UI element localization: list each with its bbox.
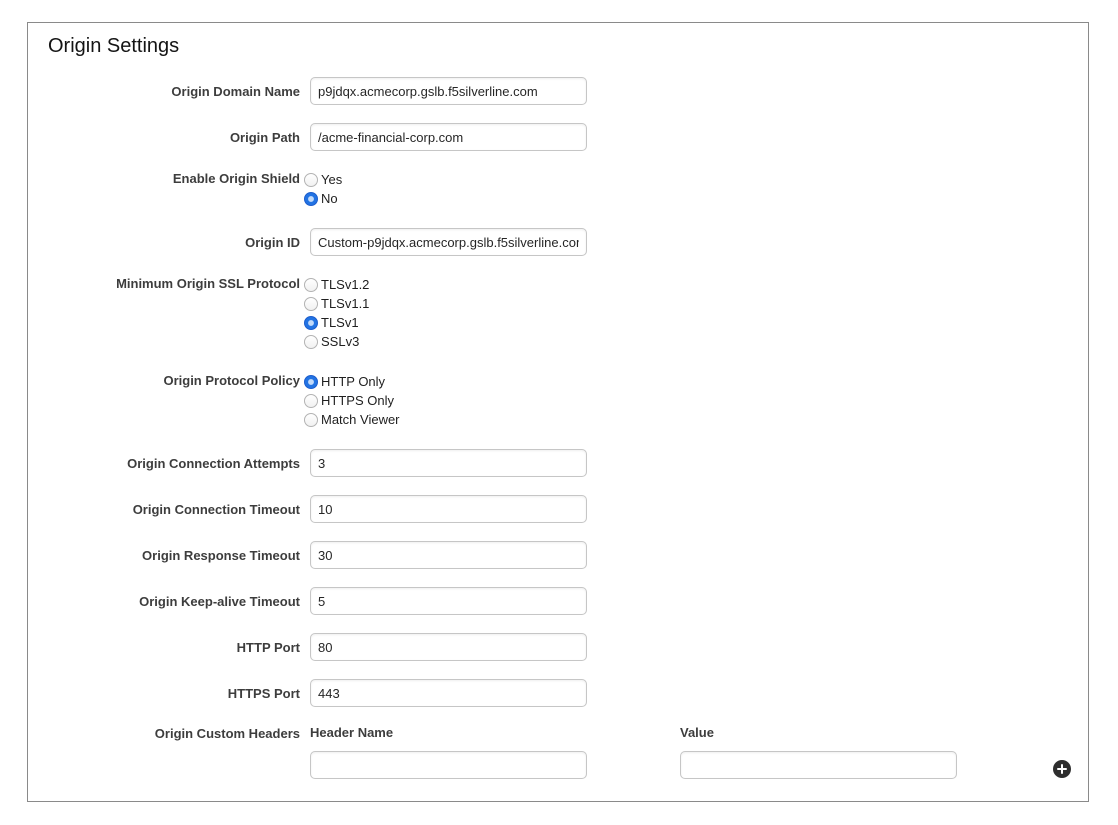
- field-label: HTTP Port: [48, 633, 310, 655]
- custom-header-name-column: Header Name: [310, 725, 587, 779]
- origin-domain-name-input[interactable]: [310, 77, 587, 105]
- panel-title: Origin Settings: [48, 35, 1068, 58]
- plus-circle-icon: [1061, 764, 1064, 774]
- radio-option-label: Match Viewer: [321, 412, 400, 427]
- field-label: Origin Protocol Policy: [48, 371, 310, 388]
- form-row-origin-connection-attempts: Origin Connection Attempts: [48, 449, 1068, 477]
- radio-icon: [304, 173, 318, 187]
- origin-connection-attempts-input[interactable]: [310, 449, 587, 477]
- field-label: Minimum Origin SSL Protocol: [48, 274, 310, 291]
- radio-icon: [304, 375, 318, 389]
- form-row-origin-id: Origin ID: [48, 228, 1068, 256]
- radio-option-origin-shield-yes[interactable]: Yes: [304, 170, 342, 189]
- radio-option-label: HTTP Only: [321, 374, 385, 389]
- origin-keep-alive-timeout-input[interactable]: [310, 587, 587, 615]
- field-label: Origin Path: [48, 123, 310, 145]
- radio-option-match-viewer[interactable]: Match Viewer: [304, 410, 400, 429]
- radio-option-label: No: [321, 191, 338, 206]
- header-name-input[interactable]: [310, 751, 587, 779]
- form-row-origin-protocol-policy: Origin Protocol Policy HTTP Only HTTPS O…: [48, 371, 1068, 429]
- radio-icon: [304, 297, 318, 311]
- radio-option-origin-shield-no[interactable]: No: [304, 189, 342, 208]
- form-row-origin-response-timeout: Origin Response Timeout: [48, 541, 1068, 569]
- field-label: Origin ID: [48, 228, 310, 250]
- radio-option-tlsv1-2[interactable]: TLSv1.2: [304, 275, 369, 294]
- radio-icon: [304, 394, 318, 408]
- radio-option-label: HTTPS Only: [321, 393, 394, 408]
- http-port-input[interactable]: [310, 633, 587, 661]
- form-row-origin-connection-timeout: Origin Connection Timeout: [48, 495, 1068, 523]
- add-header-button[interactable]: [1053, 760, 1071, 778]
- radio-option-http-only[interactable]: HTTP Only: [304, 372, 400, 391]
- radio-option-label: TLSv1.1: [321, 296, 369, 311]
- field-label: HTTPS Port: [48, 679, 310, 701]
- radio-option-label: Yes: [321, 172, 342, 187]
- field-label: Origin Custom Headers: [48, 725, 310, 741]
- field-label: Origin Connection Timeout: [48, 495, 310, 517]
- radio-option-tlsv1-1[interactable]: TLSv1.1: [304, 294, 369, 313]
- form-row-enable-origin-shield: Enable Origin Shield Yes No: [48, 169, 1068, 208]
- radio-option-label: SSLv3: [321, 334, 359, 349]
- radio-option-https-only[interactable]: HTTPS Only: [304, 391, 400, 410]
- radio-option-label: TLSv1.2: [321, 277, 369, 292]
- field-label: Enable Origin Shield: [48, 169, 310, 186]
- field-label: Origin Domain Name: [48, 77, 310, 99]
- radio-icon: [304, 278, 318, 292]
- field-label: Origin Connection Attempts: [48, 449, 310, 471]
- form-row-origin-custom-headers: Origin Custom Headers Header Name Value: [48, 725, 1068, 779]
- column-header-name: Header Name: [310, 725, 587, 740]
- origin-settings-panel: Origin Settings Origin Domain Name Origi…: [27, 22, 1089, 802]
- origin-id-input[interactable]: [310, 228, 587, 256]
- origin-response-timeout-input[interactable]: [310, 541, 587, 569]
- radio-option-sslv3[interactable]: SSLv3: [304, 332, 369, 351]
- form-row-minimum-origin-ssl-protocol: Minimum Origin SSL Protocol TLSv1.2 TLSv…: [48, 274, 1068, 351]
- radio-icon: [304, 413, 318, 427]
- custom-header-value-column: Value: [680, 725, 957, 779]
- form-row-http-port: HTTP Port: [48, 633, 1068, 661]
- form-row-origin-keep-alive-timeout: Origin Keep-alive Timeout: [48, 587, 1068, 615]
- form-row-origin-domain-name: Origin Domain Name: [48, 77, 1068, 105]
- column-header-value: Value: [680, 725, 957, 740]
- field-label: Origin Response Timeout: [48, 541, 310, 563]
- radio-icon: [304, 316, 318, 330]
- radio-option-tlsv1[interactable]: TLSv1: [304, 313, 369, 332]
- field-label: Origin Keep-alive Timeout: [48, 587, 310, 609]
- radio-icon: [304, 335, 318, 349]
- form-row-https-port: HTTPS Port: [48, 679, 1068, 707]
- header-value-input[interactable]: [680, 751, 957, 779]
- radio-icon: [304, 192, 318, 206]
- origin-connection-timeout-input[interactable]: [310, 495, 587, 523]
- radio-option-label: TLSv1: [321, 315, 359, 330]
- origin-path-input[interactable]: [310, 123, 587, 151]
- form-row-origin-path: Origin Path: [48, 123, 1068, 151]
- https-port-input[interactable]: [310, 679, 587, 707]
